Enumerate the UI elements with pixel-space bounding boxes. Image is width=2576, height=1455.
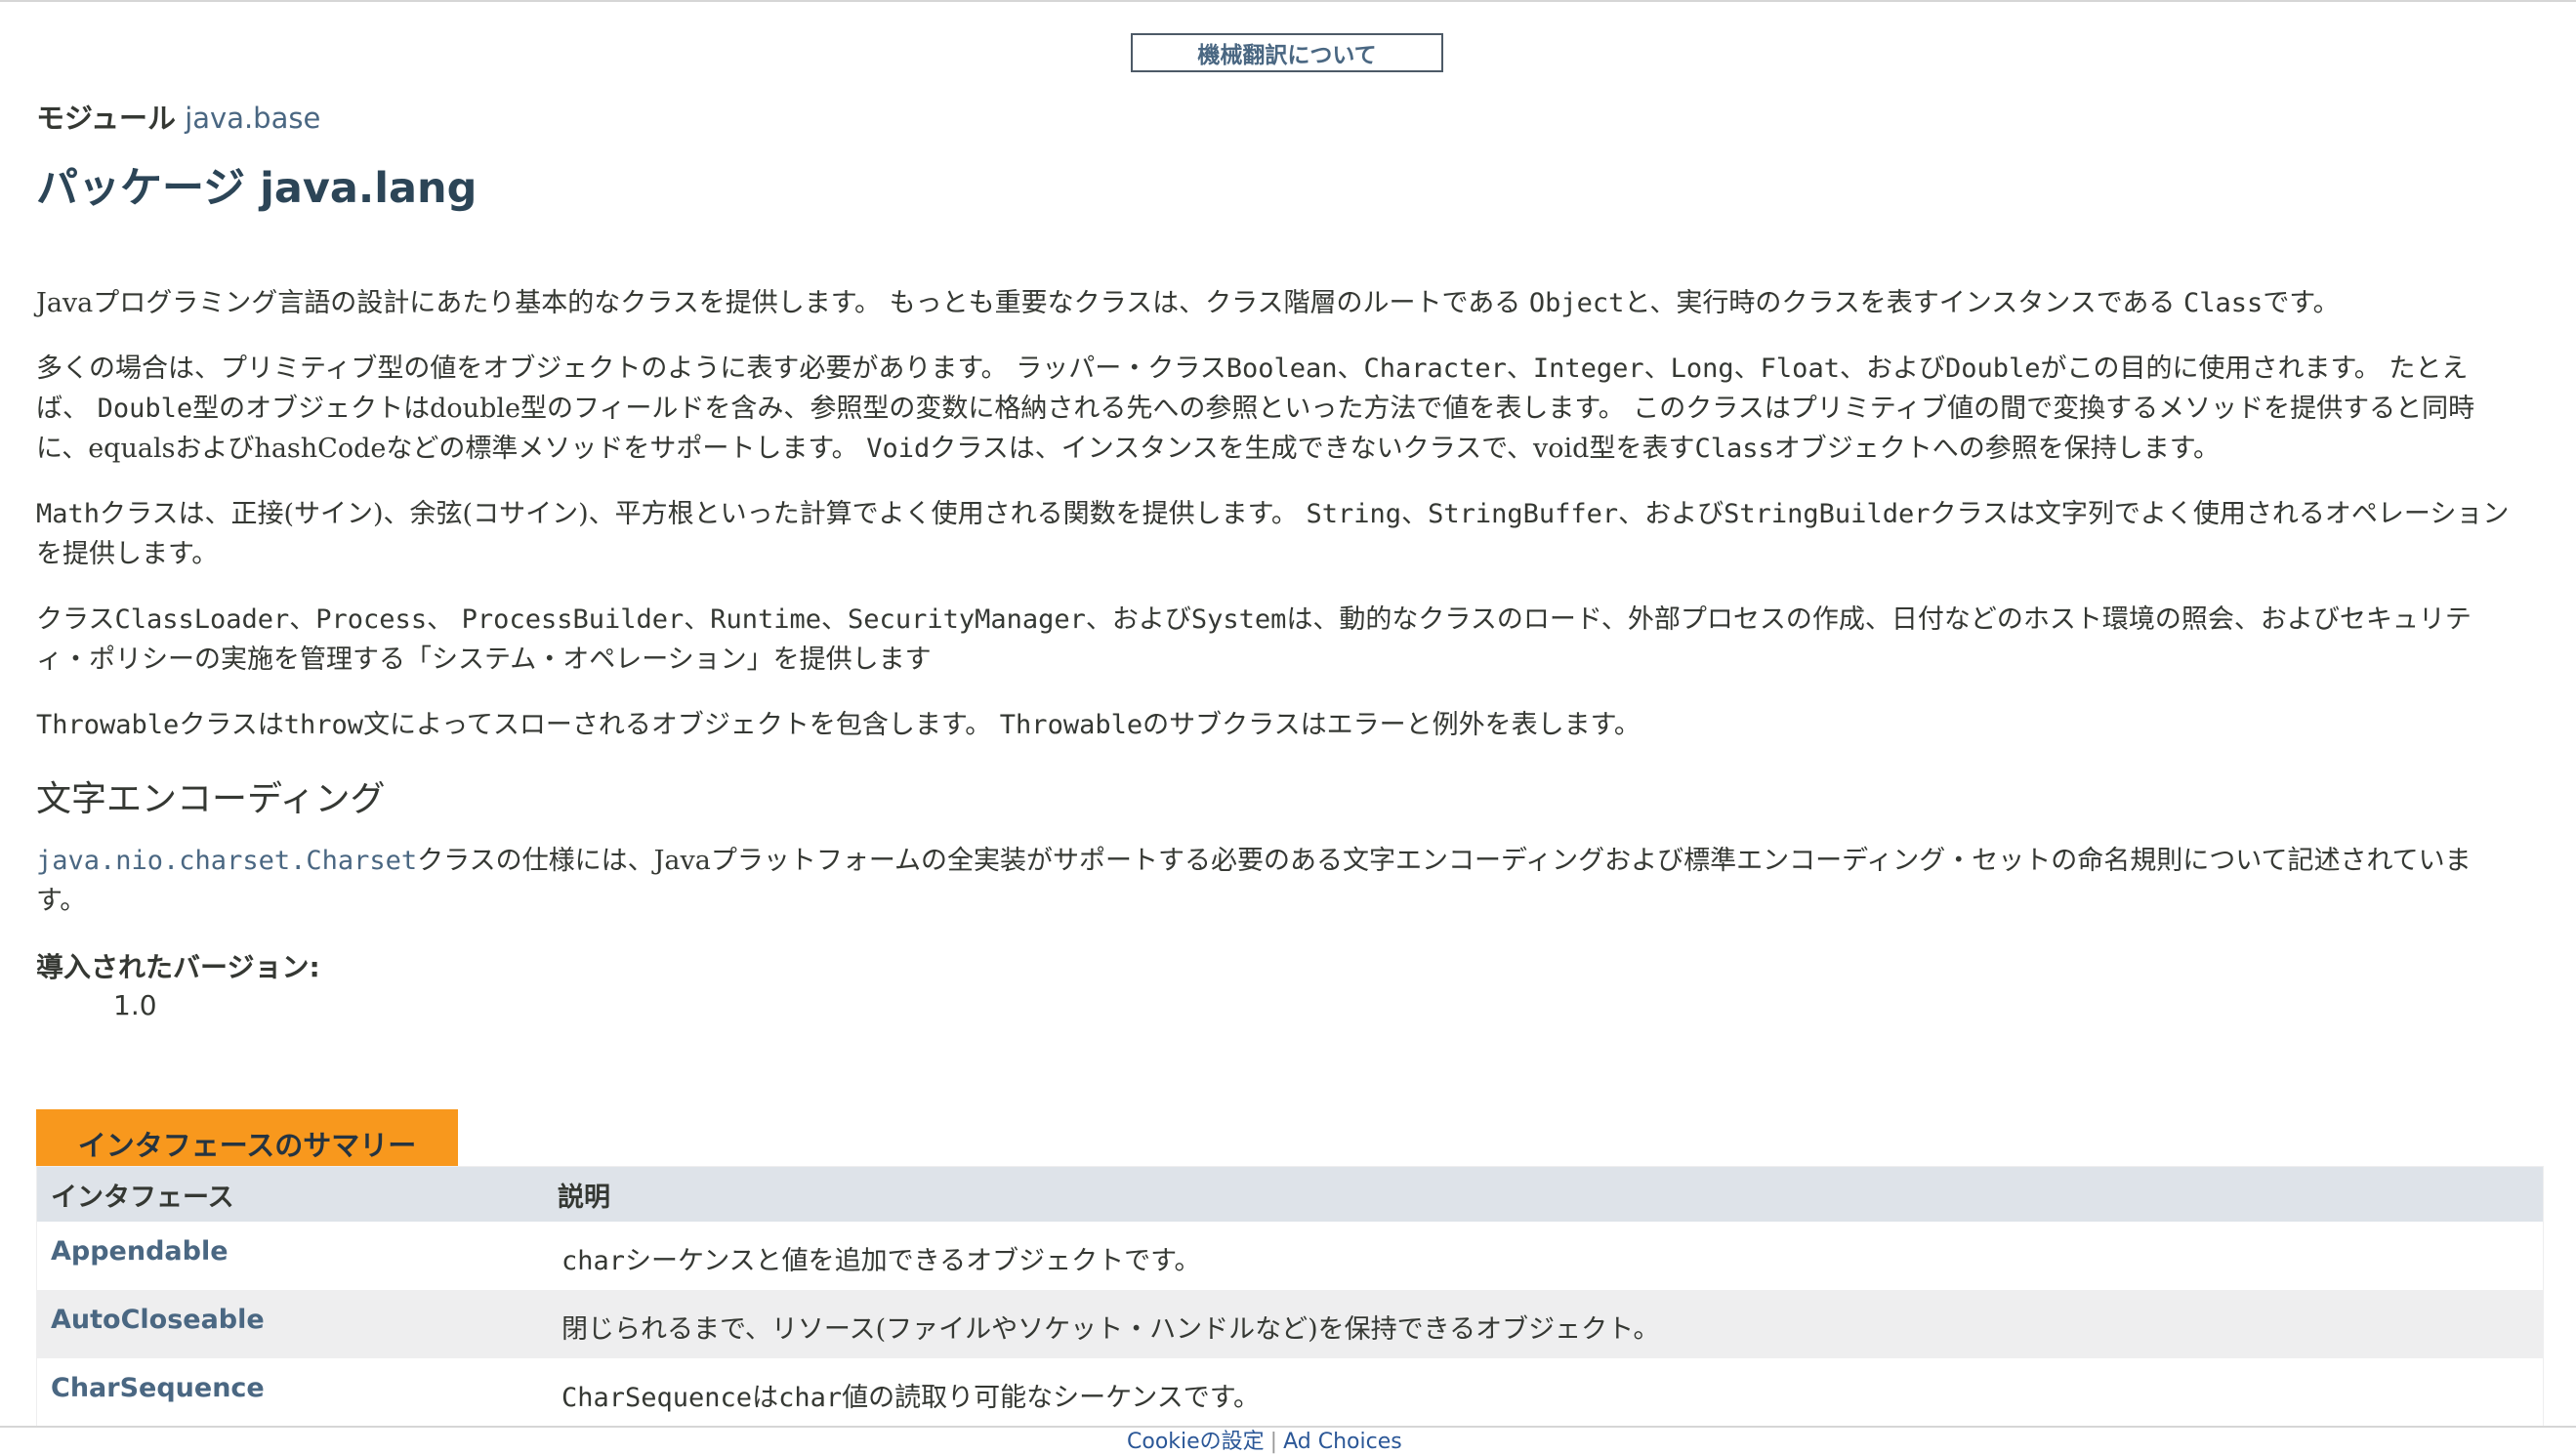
interface-summary-table: インタフェース 説明 Appendable charシーケンスと値を追加できるオ… <box>36 1166 2544 1428</box>
text: Javaプログラミング言語の設計にあたり基本的なクラスを提供します。 もっとも重… <box>36 288 1529 318</box>
table-row: CharSequence CharSequenceはchar値の読取り可能なシー… <box>37 1358 2543 1427</box>
text: クラスは、正接(サイン)、余弦(コサイン)、平方根といった計算でよく使用される関… <box>100 499 1307 529</box>
text: クラスは <box>179 710 284 740</box>
table-row: Appendable charシーケンスと値を追加できるオブジェクトです。 <box>37 1222 2543 1290</box>
text: 、および <box>1085 604 1191 635</box>
code-throwable[interactable]: Throwable <box>36 710 179 740</box>
module-label: モジュール <box>36 102 176 135</box>
intro-paragraph-2: 多くの場合は、プリミティブ型の値をオブジェクトのように表す必要があります。 ラッ… <box>36 349 2516 469</box>
text: 、 <box>1401 499 1429 529</box>
encoding-paragraph: java.nio.charset.Charsetクラスの仕様には、Javaプラッ… <box>36 841 2516 921</box>
code-stringbuilder[interactable]: StringBuilder <box>1724 499 1930 529</box>
footer-bar: Cookieの設定 | Ad Choices <box>0 1426 2576 1454</box>
intro-paragraph-4: クラスClassLoader、Process、 ProcessBuilder、R… <box>36 600 2516 680</box>
since-value: 1.0 <box>113 989 157 1021</box>
header-interface: インタフェース <box>51 1182 234 1213</box>
text: 、 <box>821 604 849 635</box>
text: クラス <box>36 604 115 635</box>
code-integer[interactable]: Integer <box>1533 353 1644 384</box>
text: 、および <box>1618 499 1724 529</box>
module-line: モジュール java.base <box>36 96 320 137</box>
text: 、 <box>684 604 711 635</box>
code-object[interactable]: Object <box>1529 288 1625 318</box>
since-label: 導入されたバージョン: <box>36 951 320 983</box>
code-runtime[interactable]: Runtime <box>710 604 821 635</box>
code-float[interactable]: Float <box>1761 353 1840 384</box>
text: 多くの場合は、プリミティブ型の値をオブジェクトのように表す必要があります。 ラッ… <box>36 353 1226 384</box>
header-description: 説明 <box>558 1182 610 1213</box>
row-description: 閉じられるまで、リソース(ファイルやソケット・ハンドルなど)を保持できるオブジェ… <box>561 1314 1660 1345</box>
text: 、および <box>1839 353 1945 384</box>
text: 値の読取り可能なシーケンスです。 <box>842 1383 1261 1413</box>
code-charsequence: CharSequence <box>561 1383 753 1413</box>
code-process[interactable]: Process <box>315 604 427 635</box>
text: 、 <box>289 604 316 635</box>
text: は <box>752 1383 779 1413</box>
text: 文によってスローされるオブジェクトを包含します。 <box>363 710 1000 740</box>
table-header: インタフェース 説明 <box>37 1167 2543 1222</box>
tab-interface-summary[interactable]: インタフェースのサマリー <box>36 1109 458 1166</box>
text: クラスは、インスタンスを生成できないクラスで、void型を表す <box>930 434 1695 464</box>
code-double[interactable]: Double <box>98 394 193 424</box>
code-processbuilder[interactable]: ProcessBuilder <box>462 604 685 635</box>
text: 、 <box>1733 353 1761 384</box>
intro-paragraph-3: Mathクラスは、正接(サイン)、余弦(コサイン)、平方根といった計算でよく使用… <box>36 494 2516 574</box>
code-throwable[interactable]: Throwable <box>1000 710 1143 740</box>
interface-link-appendable[interactable]: Appendable <box>37 1222 558 1267</box>
code-char: char <box>561 1246 626 1276</box>
code-character[interactable]: Character <box>1364 353 1507 384</box>
text: のサブクラスはエラーと例外を表します。 <box>1143 710 1641 740</box>
row-description: CharSequenceはchar値の読取り可能なシーケンスです。 <box>558 1358 1260 1414</box>
code-string[interactable]: String <box>1307 499 1402 529</box>
encoding-heading: 文字エンコーディング <box>36 779 386 819</box>
code-class[interactable]: Class <box>2183 288 2263 318</box>
code-stringbuffer[interactable]: StringBuffer <box>1428 499 1618 529</box>
text: シーケンスと値を追加できるオブジェクトです。 <box>625 1246 1201 1276</box>
text: オブジェクトへの参照を保持します。 <box>1773 434 2221 464</box>
code-char: char <box>778 1383 843 1413</box>
page-title: パッケージ java.lang <box>36 164 478 213</box>
code-double[interactable]: Double <box>1945 353 2041 384</box>
interface-link-autocloseable[interactable]: AutoCloseable <box>37 1290 558 1335</box>
row-description: charシーケンスと値を追加できるオブジェクトです。 <box>558 1222 1200 1277</box>
code-class[interactable]: Class <box>1694 434 1773 464</box>
charset-link[interactable]: java.nio.charset.Charset <box>36 846 417 876</box>
top-divider <box>0 0 2576 2</box>
intro-paragraph-1: Javaプログラミング言語の設計にあたり基本的なクラスを提供します。 もっとも重… <box>36 283 2516 323</box>
text: 、 <box>1506 353 1533 384</box>
code-system[interactable]: System <box>1191 604 1287 635</box>
table-row: AutoCloseable 閉じられるまで、リソース(ファイルやソケット・ハンド… <box>37 1290 2543 1358</box>
code-long[interactable]: Long <box>1671 353 1734 384</box>
text: 、 <box>427 604 462 635</box>
machine-translation-button[interactable]: 機械翻訳について <box>1131 33 1443 72</box>
interface-link-charsequence[interactable]: CharSequence <box>37 1358 558 1403</box>
module-link[interactable]: java.base <box>185 102 320 135</box>
ad-choices-link[interactable]: Ad Choices <box>1283 1430 1402 1454</box>
text: です。 <box>2263 288 2340 318</box>
code-math[interactable]: Math <box>36 499 100 529</box>
text: と、実行時のクラスを表すインスタンスである <box>1624 288 2184 318</box>
intro-paragraph-5: Throwableクラスはthrow文によってスローされるオブジェクトを包含しま… <box>36 705 2516 745</box>
code-boolean[interactable]: Boolean <box>1226 353 1338 384</box>
footer-separator: | <box>1269 1430 1278 1454</box>
cookie-settings-link[interactable]: Cookieの設定 <box>1127 1430 1265 1454</box>
text: 、 <box>1337 353 1364 384</box>
footer-links: Cookieの設定 | Ad Choices <box>1127 1424 1402 1455</box>
code-throw: throw <box>283 710 364 740</box>
text: 、 <box>1643 353 1671 384</box>
code-void[interactable]: Void <box>866 434 930 464</box>
package-description: Javaプログラミング言語の設計にあたり基本的なクラスを提供します。 もっとも重… <box>36 283 2516 1021</box>
code-classloader[interactable]: ClassLoader <box>114 604 289 635</box>
code-securitymanager[interactable]: SecurityManager <box>848 604 1086 635</box>
